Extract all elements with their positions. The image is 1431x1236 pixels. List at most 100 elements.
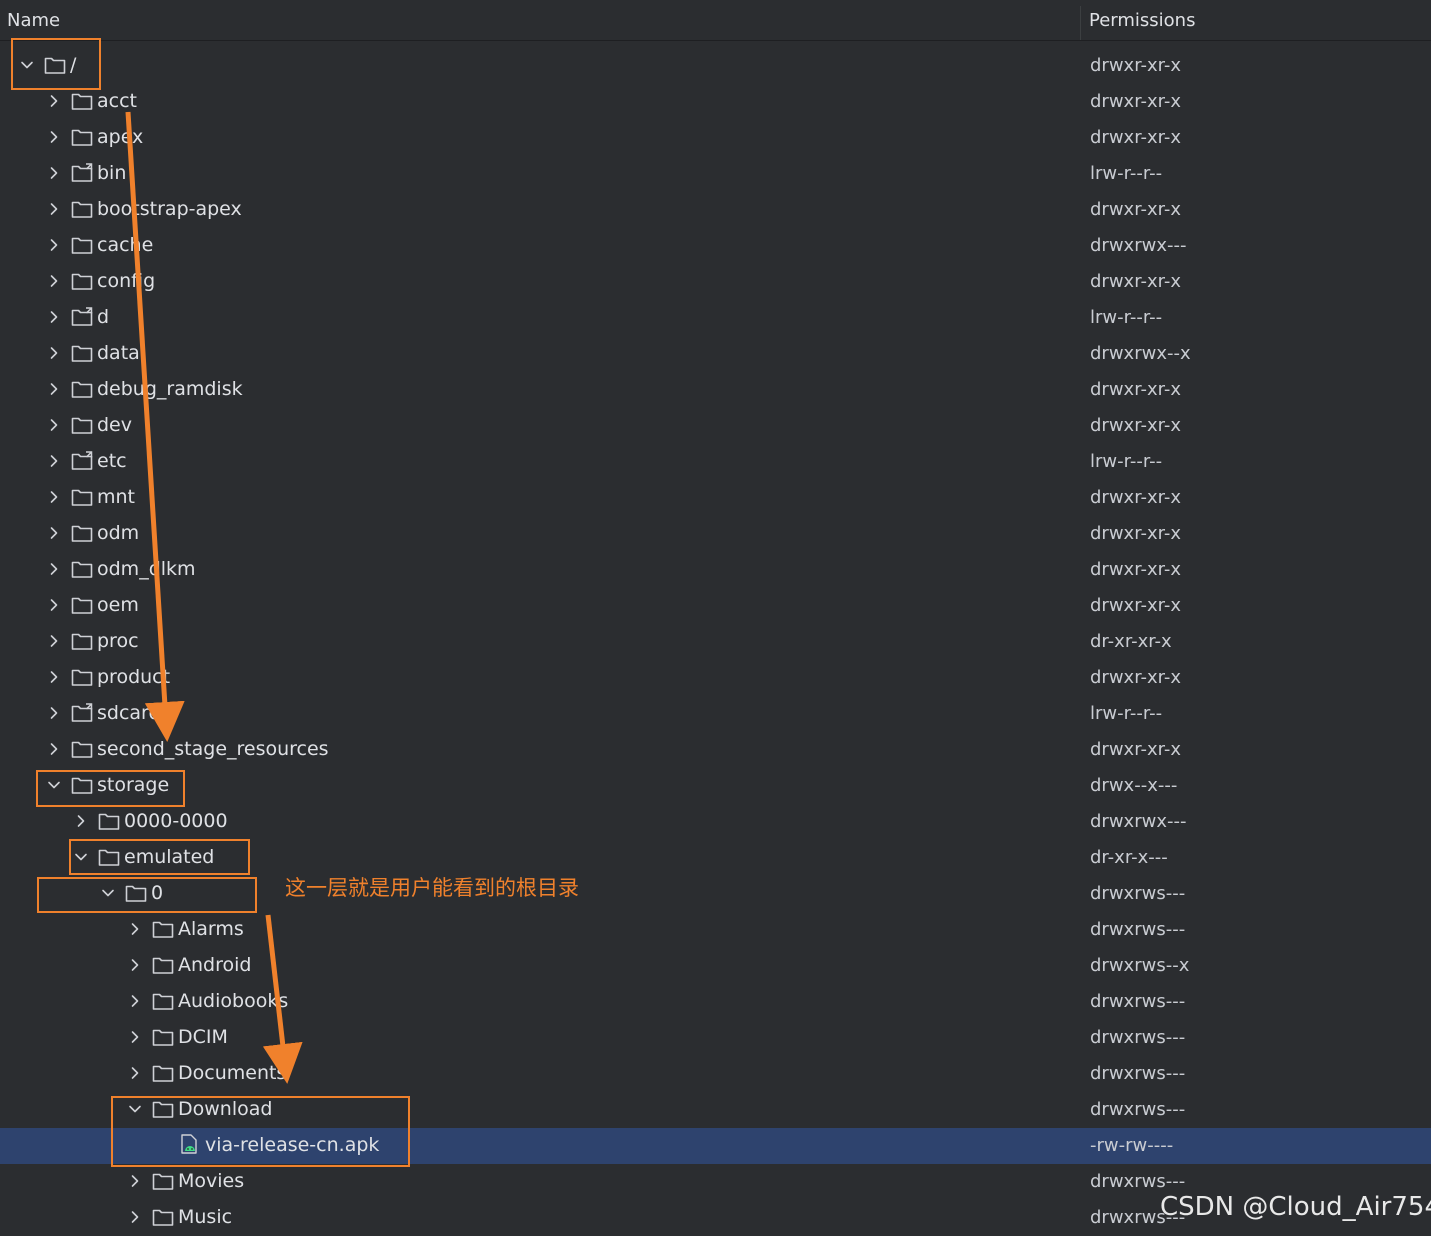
- item-permissions: drwxr-xr-x: [1090, 667, 1181, 688]
- annotation-note: 这一层就是用户能看到的根目录: [285, 876, 579, 900]
- chevron-right-icon[interactable]: [128, 1173, 142, 1187]
- highlight-box-emulated: [69, 839, 250, 875]
- chevron-right-icon[interactable]: [47, 669, 61, 683]
- item-permissions: drwxr-xr-x: [1090, 91, 1181, 112]
- folder-icon: [71, 631, 93, 651]
- item-permissions: drwxrwx---: [1090, 235, 1187, 256]
- chevron-right-icon[interactable]: [47, 525, 61, 539]
- chevron-right-icon[interactable]: [47, 741, 61, 755]
- folder-row[interactable]: acct drwxr-xr-x: [0, 84, 1431, 120]
- folder-link-icon: [71, 307, 93, 327]
- item-permissions: drwxrws---: [1090, 1063, 1186, 1084]
- chevron-right-icon[interactable]: [128, 957, 142, 971]
- item-permissions: lrw-r--r--: [1090, 703, 1163, 724]
- chevron-right-icon[interactable]: [47, 633, 61, 647]
- folder-row[interactable]: apex drwxr-xr-x: [0, 120, 1431, 156]
- folder-icon: [152, 1171, 174, 1191]
- highlight-box-storage: [36, 770, 185, 807]
- table-header: Name Permissions: [0, 0, 1431, 41]
- folder-row[interactable]: Android drwxrws--x: [0, 948, 1431, 984]
- item-name: config: [97, 270, 156, 292]
- folder-row[interactable]: oem drwxr-xr-x: [0, 588, 1431, 624]
- item-name: etc: [97, 450, 127, 472]
- item-name: bootstrap-apex: [97, 198, 242, 220]
- folder-row[interactable]: dev drwxr-xr-x: [0, 408, 1431, 444]
- folder-row[interactable]: debug_ramdisk drwxr-xr-x: [0, 372, 1431, 408]
- folder-icon: [152, 955, 174, 975]
- item-permissions: drwxr-xr-x: [1090, 487, 1181, 508]
- folder-icon: [152, 1027, 174, 1047]
- chevron-right-icon[interactable]: [128, 921, 142, 935]
- folder-link-icon: [71, 163, 93, 183]
- chevron-right-icon[interactable]: [128, 1065, 142, 1079]
- folder-icon: [71, 415, 93, 435]
- folder-icon: [71, 739, 93, 759]
- folder-icon: [71, 199, 93, 219]
- item-name: 0000-0000: [124, 810, 228, 832]
- chevron-right-icon[interactable]: [74, 813, 88, 827]
- chevron-right-icon[interactable]: [47, 237, 61, 251]
- item-permissions: lrw-r--r--: [1090, 163, 1163, 184]
- chevron-right-icon[interactable]: [47, 345, 61, 359]
- folder-row[interactable]: Documents drwxrws---: [0, 1056, 1431, 1092]
- item-name: apex: [97, 126, 144, 148]
- folder-row[interactable]: proc dr-xr-xr-x: [0, 624, 1431, 660]
- item-permissions: lrw-r--r--: [1090, 307, 1163, 328]
- folder-row[interactable]: data drwxrwx--x: [0, 336, 1431, 372]
- chevron-right-icon[interactable]: [47, 489, 61, 503]
- folder-row[interactable]: d lrw-r--r--: [0, 300, 1431, 336]
- item-name: DCIM: [178, 1026, 228, 1048]
- item-name: odm_dlkm: [97, 558, 196, 580]
- chevron-right-icon[interactable]: [47, 381, 61, 395]
- chevron-right-icon[interactable]: [47, 273, 61, 287]
- chevron-right-icon[interactable]: [47, 705, 61, 719]
- chevron-right-icon[interactable]: [47, 453, 61, 467]
- chevron-right-icon[interactable]: [47, 201, 61, 215]
- folder-row[interactable]: odm drwxr-xr-x: [0, 516, 1431, 552]
- item-permissions: drwxr-xr-x: [1090, 595, 1181, 616]
- folder-row[interactable]: Alarms drwxrws---: [0, 912, 1431, 948]
- chevron-right-icon[interactable]: [128, 1029, 142, 1043]
- folder-row[interactable]: config drwxr-xr-x: [0, 264, 1431, 300]
- folder-row[interactable]: bootstrap-apex drwxr-xr-x: [0, 192, 1431, 228]
- folder-row[interactable]: cache drwxrwx---: [0, 228, 1431, 264]
- chevron-right-icon[interactable]: [128, 1209, 142, 1223]
- item-name: debug_ramdisk: [97, 378, 243, 400]
- folder-row[interactable]: Audiobooks drwxrws---: [0, 984, 1431, 1020]
- folder-row[interactable]: etc lrw-r--r--: [0, 444, 1431, 480]
- folder-icon: [152, 991, 174, 1011]
- folder-row[interactable]: DCIM drwxrws---: [0, 1020, 1431, 1056]
- folder-icon: [152, 1063, 174, 1083]
- chevron-right-icon[interactable]: [47, 417, 61, 431]
- column-divider[interactable]: [1080, 6, 1081, 40]
- folder-row[interactable]: 0000-0000 drwxrwx---: [0, 804, 1431, 840]
- chevron-right-icon[interactable]: [47, 165, 61, 179]
- chevron-right-icon[interactable]: [47, 597, 61, 611]
- item-name: d: [97, 306, 110, 328]
- permissions-column-header[interactable]: Permissions: [1089, 10, 1195, 31]
- item-permissions: drwxr-xr-x: [1090, 127, 1181, 148]
- folder-icon: [71, 91, 93, 111]
- highlight-box-user-root: [37, 877, 257, 913]
- folder-row[interactable]: odm_dlkm drwxr-xr-x: [0, 552, 1431, 588]
- chevron-right-icon[interactable]: [128, 993, 142, 1007]
- folder-row[interactable]: sdcard lrw-r--r--: [0, 696, 1431, 732]
- item-name: acct: [97, 90, 137, 112]
- item-name: cache: [97, 234, 154, 256]
- item-permissions: drwxrws---: [1090, 919, 1186, 940]
- chevron-right-icon[interactable]: [47, 561, 61, 575]
- item-name: data: [97, 342, 140, 364]
- name-column-header[interactable]: Name: [7, 10, 60, 31]
- item-name: dev: [97, 414, 132, 436]
- item-permissions: drwx--x---: [1090, 775, 1178, 796]
- folder-row[interactable]: second_stage_resources drwxr-xr-x: [0, 732, 1431, 768]
- folder-row[interactable]: mnt drwxr-xr-x: [0, 480, 1431, 516]
- chevron-right-icon[interactable]: [47, 129, 61, 143]
- folder-row[interactable]: / drwxr-xr-x: [0, 48, 1431, 84]
- chevron-right-icon[interactable]: [47, 309, 61, 323]
- folder-link-icon: [71, 451, 93, 471]
- folder-row[interactable]: product drwxr-xr-x: [0, 660, 1431, 696]
- folder-row[interactable]: bin lrw-r--r--: [0, 156, 1431, 192]
- folder-row[interactable]: storage drwx--x---: [0, 768, 1431, 804]
- chevron-right-icon[interactable]: [47, 93, 61, 107]
